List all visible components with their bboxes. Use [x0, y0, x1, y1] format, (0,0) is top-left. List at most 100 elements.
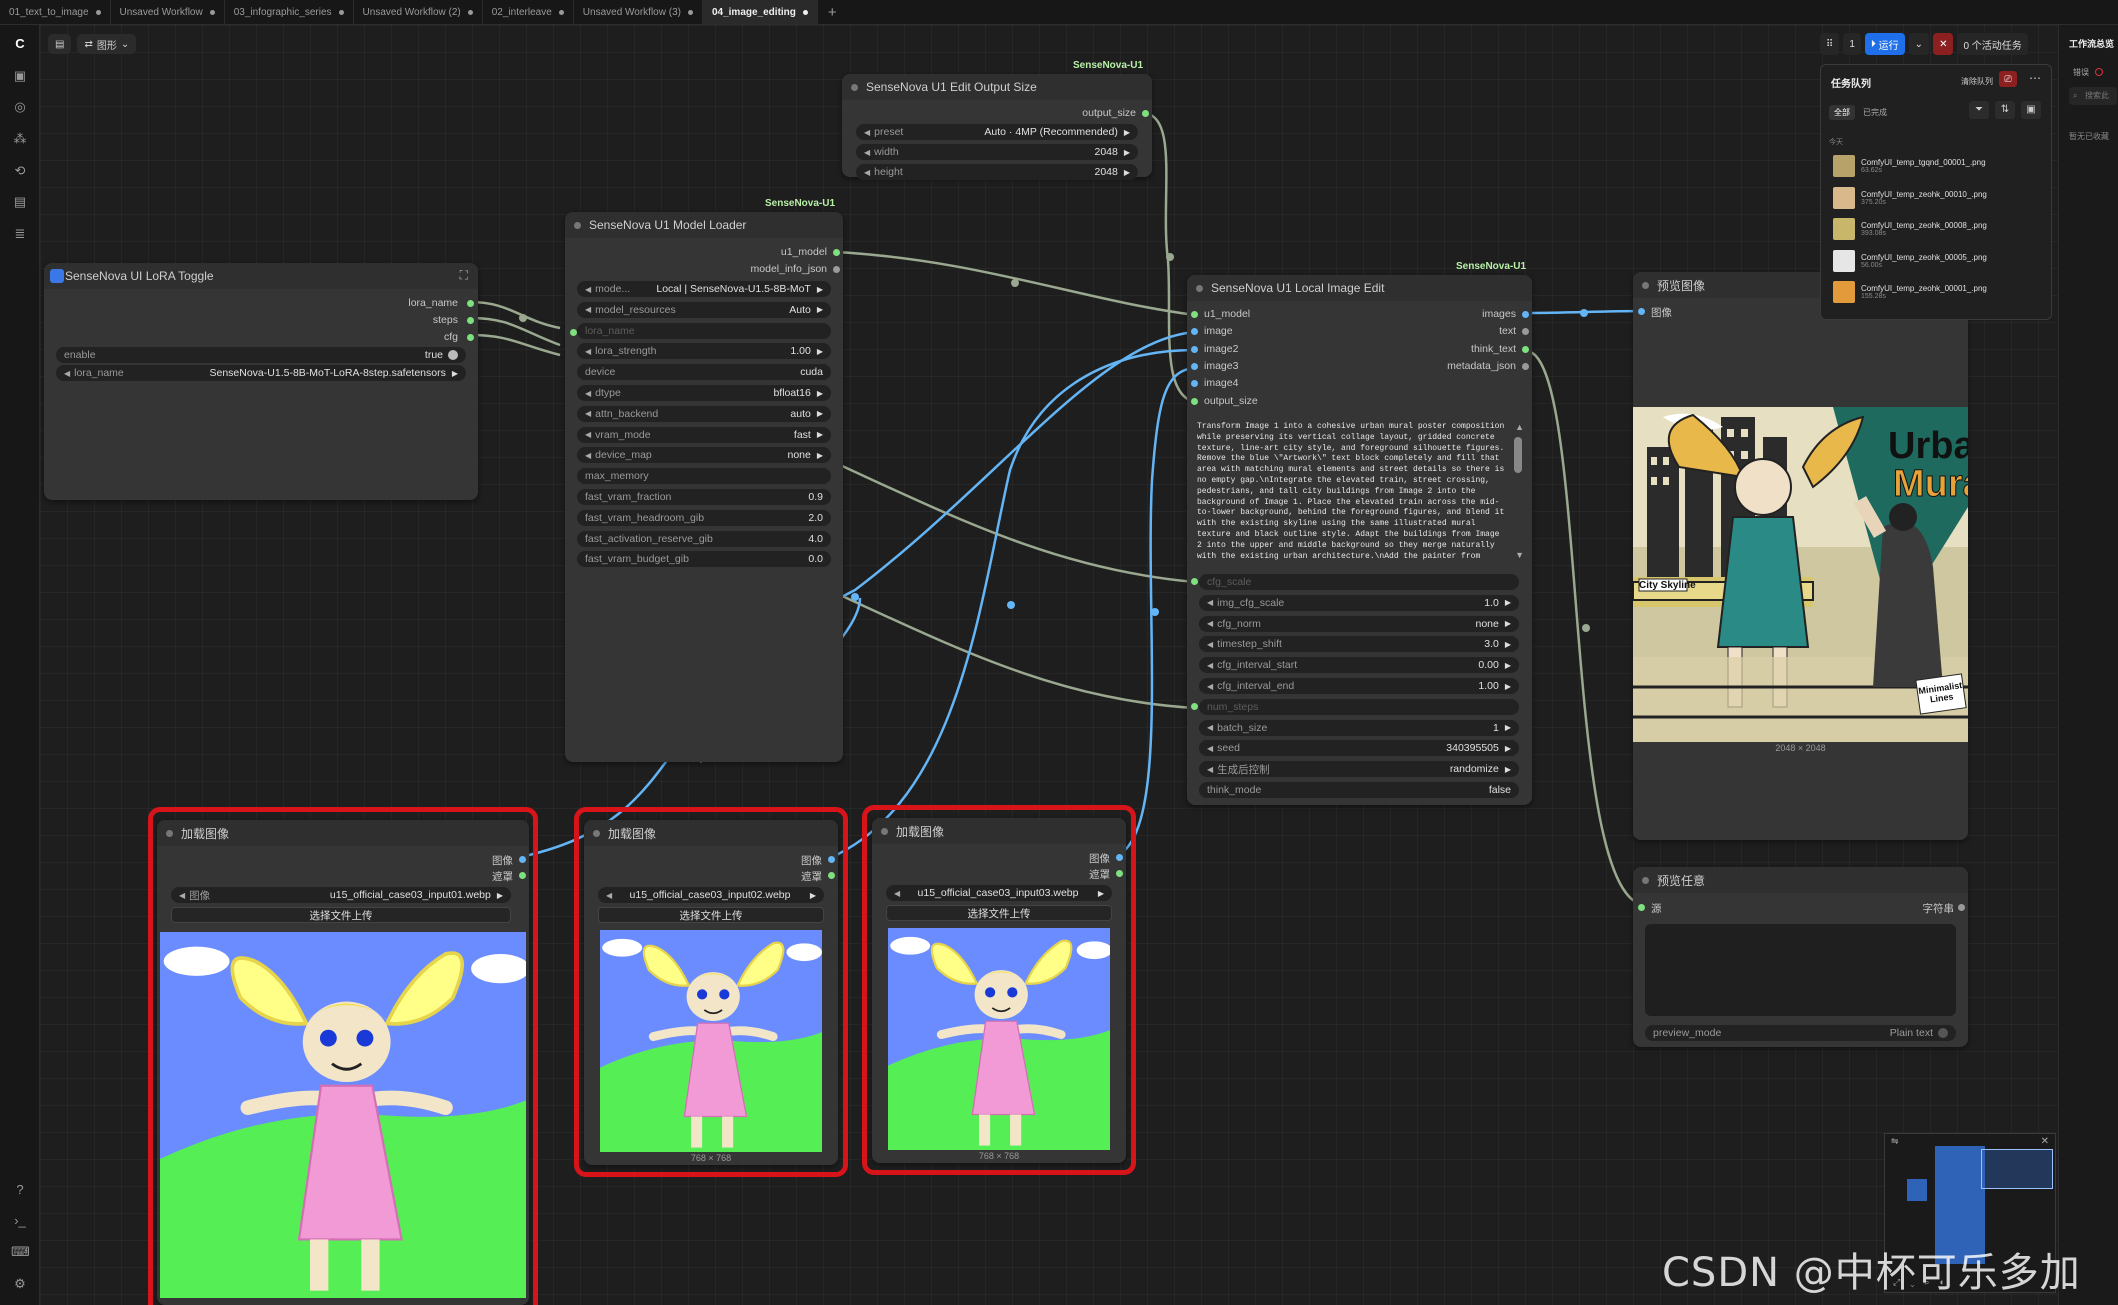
- input-slot-dot[interactable]: [1191, 328, 1198, 336]
- node-title-bar[interactable]: 预览任意: [1633, 867, 1968, 893]
- edit-widget[interactable]: img_cfg_scale 1.0: [1199, 594, 1519, 611]
- upload-file-button[interactable]: 选择文件上传: [886, 905, 1112, 921]
- clear-queue-icon[interactable]: ⎚: [1999, 71, 2017, 87]
- input-image-1[interactable]: [160, 932, 526, 1298]
- sort-icon[interactable]: ⇅: [1995, 101, 2015, 119]
- minimap-close-icon[interactable]: ✕: [2041, 1136, 2049, 1147]
- output-poster-image[interactable]: Urban Mural City Skyline Minimalist Line…: [1633, 407, 1968, 742]
- input-slot-dot[interactable]: [1191, 311, 1198, 318]
- node-title-bar[interactable]: SenseNova U1 Edit Output Size: [842, 74, 1152, 100]
- loader-widget[interactable]: device_map none: [577, 447, 831, 464]
- more-options-icon[interactable]: ⋯: [2029, 71, 2041, 85]
- input-slot-dot[interactable]: [1191, 380, 1198, 388]
- output-slot-dot[interactable]: [1116, 870, 1123, 877]
- queue-item[interactable]: ComfyUI_temp_zeohk_00001_.png 155.28s: [1833, 279, 1987, 305]
- input-slot-dot[interactable]: [1191, 397, 1198, 405]
- widget-input-dot[interactable]: [1191, 702, 1198, 710]
- edit-widget[interactable]: think_mode false: [1199, 782, 1519, 798]
- image-file-combo[interactable]: u15_official_case03_input02.webp: [598, 887, 824, 903]
- edit-widget[interactable]: cfg_interval_end 1.00: [1199, 678, 1519, 694]
- output-slot-dot[interactable]: [1142, 110, 1149, 117]
- output-slot-dot[interactable]: [1522, 345, 1529, 353]
- output-slot-dot[interactable]: [467, 334, 474, 341]
- scrollbar-thumb[interactable]: [1514, 437, 1522, 473]
- edit-widget[interactable]: seed 340395505: [1199, 740, 1519, 757]
- preview-mode-toggle[interactable]: preview_mode Plain text: [1645, 1025, 1956, 1041]
- gallery-icon[interactable]: ▣: [2021, 101, 2041, 119]
- preview-any-node[interactable]: 预览任意 源 字符串 preview_mode Plain text: [1633, 867, 1968, 1047]
- loader-widget[interactable]: vram_mode fast: [577, 426, 831, 443]
- loader-widget[interactable]: fast_vram_headroom_gib 2.0: [577, 509, 831, 526]
- node-title-bar[interactable]: SenseNova U1 Model Loader: [565, 212, 843, 238]
- loader-widget[interactable]: max_memory: [577, 468, 831, 485]
- height-number[interactable]: height 2048: [856, 164, 1138, 180]
- output-slot-dot[interactable]: [833, 266, 840, 273]
- edit-widget[interactable]: cfg_interval_start 0.00: [1199, 657, 1519, 674]
- output-slot-dot[interactable]: [1116, 854, 1123, 861]
- input-slot-dot[interactable]: [1191, 362, 1198, 370]
- loader-widget[interactable]: lora_strength 1.00: [577, 343, 831, 360]
- output-slot-dot[interactable]: [519, 872, 526, 879]
- clear-queue-button[interactable]: 清除队列: [1961, 76, 1993, 87]
- filter-icon[interactable]: ⏷: [1969, 101, 1989, 119]
- image-file-combo[interactable]: u15_official_case03_input03.webp: [886, 885, 1112, 901]
- loader-widget[interactable]: model_resources Auto: [577, 301, 831, 318]
- loader-widget[interactable]: dtype bfloat16: [577, 385, 831, 401]
- edit-widget[interactable]: batch_size 1: [1199, 719, 1519, 736]
- loader-widget[interactable]: mode... Local | SenseNova-U1.5-8B-MoT: [577, 281, 831, 297]
- input-slot-dot[interactable]: [1638, 904, 1645, 911]
- preview-text-area[interactable]: [1645, 924, 1956, 1016]
- output-slot-dot[interactable]: [828, 856, 835, 863]
- lora-toggle-node[interactable]: SenseNova UI LoRA Toggle ⛶ lora_name ste…: [44, 263, 478, 500]
- edit-widget[interactable]: cfg_norm none: [1199, 615, 1519, 632]
- node-title-bar[interactable]: 加载图像: [872, 818, 1126, 844]
- local-image-edit-node[interactable]: SenseNova U1 Local Image Edit Transform …: [1187, 275, 1532, 805]
- edit-widget[interactable]: timestep_shift 3.0: [1199, 636, 1519, 653]
- loader-widget[interactable]: lora_name: [577, 322, 831, 339]
- input-slot-dot[interactable]: [1191, 345, 1198, 353]
- node-title-bar[interactable]: 加载图像: [157, 820, 529, 846]
- output-slot-dot[interactable]: [467, 300, 474, 307]
- node-title-bar[interactable]: SenseNova U1 Local Image Edit: [1187, 275, 1532, 301]
- input-slot-dot[interactable]: [1638, 308, 1645, 315]
- cancel-run-icon[interactable]: ✕: [1933, 33, 1954, 55]
- input-image-2[interactable]: [600, 930, 822, 1152]
- run-options-chevron-icon[interactable]: ⌄: [1908, 33, 1930, 55]
- preview-image-node[interactable]: 预览图像 图像 Urba Mur City Skyline Minimalist…: [1633, 272, 1968, 840]
- load-image-node-2[interactable]: 加载图像 图像 遮罩 u15_official_case03_input02.w…: [584, 820, 838, 1165]
- expand-icon[interactable]: ⛶: [460, 268, 468, 283]
- queue-item[interactable]: ComfyUI_temp_zeohk_00005_.png 56.00s: [1833, 248, 1987, 274]
- loader-widget[interactable]: device cuda: [577, 364, 831, 381]
- model-loader-node[interactable]: SenseNova U1 Model Loader u1_model model…: [565, 212, 843, 762]
- scroll-down-icon[interactable]: ▼: [1515, 550, 1524, 560]
- upload-file-button[interactable]: 选择文件上传: [598, 907, 824, 923]
- run-button[interactable]: ⏵ 运行: [1864, 33, 1905, 55]
- output-slot-dot[interactable]: [1958, 904, 1965, 911]
- edit-widget[interactable]: cfg_scale: [1199, 574, 1519, 590]
- widget-input-dot[interactable]: [1191, 578, 1198, 585]
- scroll-up-icon[interactable]: ▲: [1515, 422, 1524, 432]
- node-title-bar[interactable]: SenseNova UI LoRA Toggle ⛶: [44, 263, 478, 289]
- drag-handle-icon[interactable]: ⠿: [1820, 33, 1840, 55]
- error-label[interactable]: 错误: [2073, 67, 2089, 78]
- preset-combo[interactable]: preset Auto · 4MP (Recommended): [856, 124, 1138, 140]
- loader-widget[interactable]: fast_activation_reserve_gib 4.0: [577, 530, 831, 547]
- output-slot-dot[interactable]: [1522, 311, 1529, 318]
- edit-output-size-node[interactable]: SenseNova U1 Edit Output Size output_siz…: [842, 74, 1152, 180]
- loader-widget[interactable]: fast_vram_budget_gib 0.0: [577, 551, 831, 568]
- output-slot-dot[interactable]: [833, 249, 840, 256]
- node-title-bar[interactable]: 加载图像: [584, 820, 838, 846]
- queue-item[interactable]: ComfyUI_temp_zeohk_00008_.png 393.08s: [1833, 216, 1987, 242]
- minimap-toggle-icon[interactable]: ⇋: [1891, 1136, 1899, 1147]
- prompt-textarea[interactable]: Transform Image 1 into a cohesive urban …: [1197, 422, 1509, 562]
- queue-tab-all[interactable]: 全部: [1829, 105, 1855, 120]
- output-slot-dot[interactable]: [467, 317, 474, 324]
- panel-search-input[interactable]: ⌕ 搜索此: [2069, 87, 2117, 105]
- output-slot-dot[interactable]: [828, 872, 835, 879]
- loader-widget[interactable]: fast_vram_fraction 0.9: [577, 489, 831, 505]
- output-slot-dot[interactable]: [519, 856, 526, 863]
- load-image-node-1[interactable]: 加载图像 图像 遮罩 图像 u15_official_case03_input01…: [157, 820, 529, 1305]
- enable-toggle[interactable]: enable true: [56, 347, 466, 363]
- queue-item[interactable]: ComfyUI_temp_tgqnd_00001_.png 63.62s: [1833, 153, 1986, 179]
- upload-file-button[interactable]: 选择文件上传: [171, 907, 511, 923]
